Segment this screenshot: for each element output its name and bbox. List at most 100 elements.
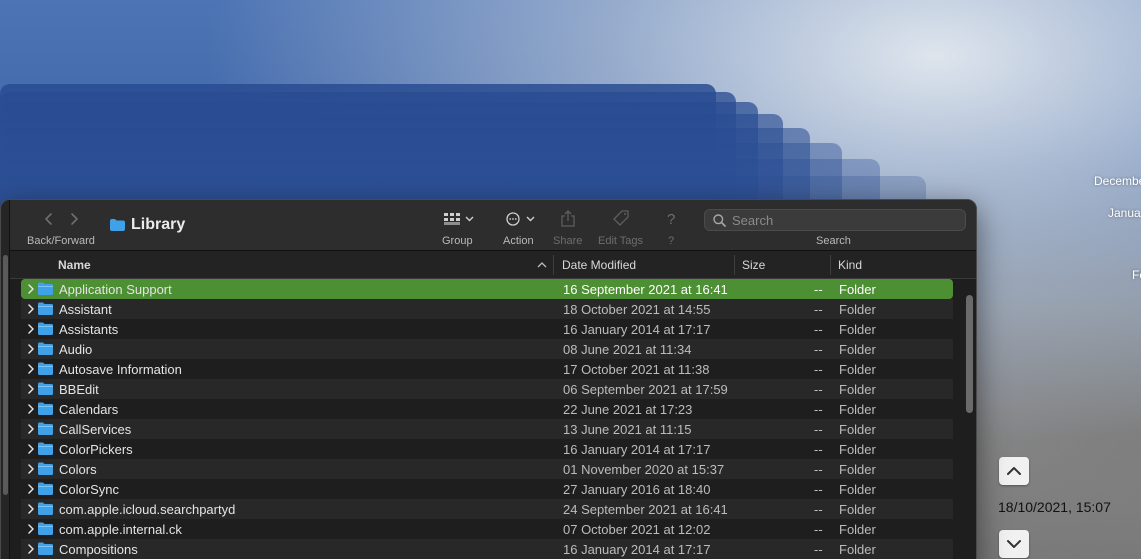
file-date-modified: 07 October 2021 at 12:02 — [563, 521, 711, 537]
file-name: Assistant — [59, 301, 112, 317]
file-date-modified: 17 October 2021 at 11:38 — [563, 361, 710, 377]
file-kind: Folder — [839, 381, 876, 397]
column-header-kind[interactable]: Kind — [838, 251, 862, 279]
timeline-label[interactable]: Janua — [1108, 206, 1141, 220]
disclosure-triangle-icon[interactable] — [27, 404, 35, 414]
file-kind: Folder — [839, 281, 876, 297]
disclosure-triangle-icon[interactable] — [27, 524, 35, 534]
file-date-modified: 18 October 2021 at 14:55 — [563, 301, 711, 317]
folder-icon — [38, 442, 53, 455]
disclosure-triangle-icon[interactable] — [27, 324, 35, 334]
folder-icon — [38, 402, 53, 415]
timeline-label[interactable]: December — [1094, 174, 1141, 188]
search-icon — [713, 213, 726, 227]
disclosure-triangle-icon[interactable] — [27, 364, 35, 374]
file-row[interactable]: Audio 08 June 2021 at 11:34 -- Folder — [21, 339, 953, 359]
file-date-modified: 22 June 2021 at 17:23 — [563, 401, 693, 417]
file-name: Autosave Information — [59, 361, 182, 377]
chevron-down-icon — [1007, 540, 1021, 548]
column-header-date-modified[interactable]: Date Modified — [562, 251, 636, 279]
finder-toolbar: Back/Forward Library Group Action Share … — [10, 200, 976, 251]
file-row[interactable]: Colors 01 November 2020 at 15:37 -- Folder — [21, 459, 953, 479]
forward-arrow-icon[interactable] — [68, 211, 80, 227]
file-row[interactable]: CallServices 13 June 2021 at 11:15 -- Folde… — [21, 419, 953, 439]
file-date-modified: 16 January 2014 at 17:17 — [563, 441, 711, 457]
share-icon[interactable] — [561, 210, 575, 227]
chevron-down-icon[interactable] — [465, 216, 474, 222]
file-row[interactable]: Assistants 16 January 2014 at 17:17 -- Fold… — [21, 319, 953, 339]
disclosure-triangle-icon[interactable] — [27, 424, 35, 434]
group-grid-icon[interactable] — [444, 213, 460, 225]
disclosure-triangle-icon[interactable] — [27, 344, 35, 354]
file-date-modified: 16 January 2014 at 17:17 — [563, 321, 711, 337]
help-icon[interactable]: ? — [667, 211, 675, 228]
folder-icon — [38, 362, 53, 375]
file-name: com.apple.internal.ck — [59, 521, 182, 537]
tag-icon[interactable] — [613, 210, 629, 226]
file-row[interactable]: com.apple.icloud.searchpartyd 24 Septembe… — [21, 499, 953, 519]
file-row[interactable]: Calendars 22 June 2021 at 17:23 -- Folder — [21, 399, 953, 419]
file-date-modified: 24 September 2021 at 16:41 — [563, 501, 728, 517]
file-name: BBEdit — [59, 381, 99, 397]
file-row[interactable]: Compositions 16 January 2014 at 17:17 -- Fo… — [21, 539, 953, 559]
file-name: Colors — [59, 461, 97, 477]
file-row[interactable]: Assistant 18 October 2021 at 14:55 -- Folde… — [21, 299, 953, 319]
disclosure-triangle-icon[interactable] — [27, 304, 35, 314]
file-date-modified: 27 January 2016 at 18:40 — [563, 481, 711, 497]
file-kind: Folder — [839, 501, 876, 517]
file-kind: Folder — [839, 401, 876, 417]
finder-window: Back/Forward Library Group Action Share … — [0, 199, 977, 559]
file-size: -- — [814, 301, 823, 317]
snapshot-up-button[interactable] — [999, 457, 1029, 485]
file-row[interactable]: Autosave Information 17 October 2021 at 1… — [21, 359, 953, 379]
search-field[interactable] — [704, 209, 966, 231]
file-size: -- — [814, 521, 823, 537]
file-row[interactable]: BBEdit 06 September 2021 at 17:59 -- Folder — [21, 379, 953, 399]
file-list: Application Support 16 September 2021 at … — [21, 279, 953, 559]
back-arrow-icon[interactable] — [43, 211, 55, 227]
file-row[interactable]: com.apple.internal.ck 07 October 2021 at … — [21, 519, 953, 539]
file-kind: Folder — [839, 441, 876, 457]
file-name: Assistants — [59, 321, 119, 337]
scrollbar-thumb[interactable] — [3, 255, 8, 495]
file-kind: Folder — [839, 521, 876, 537]
column-divider[interactable] — [830, 255, 831, 275]
folder-icon — [38, 422, 53, 435]
sort-ascending-icon[interactable] — [537, 262, 547, 268]
column-divider[interactable] — [553, 255, 554, 275]
scrollbar-thumb[interactable] — [966, 295, 973, 413]
file-name: Calendars — [59, 401, 119, 417]
disclosure-triangle-icon[interactable] — [27, 464, 35, 474]
disclosure-triangle-icon[interactable] — [27, 384, 35, 394]
folder-icon — [38, 462, 53, 475]
disclosure-triangle-icon[interactable] — [27, 284, 35, 294]
timeline-label[interactable]: Fe — [1132, 268, 1141, 282]
file-row[interactable]: ColorSync 27 January 2016 at 18:40 -- Folde… — [21, 479, 953, 499]
column-header-name[interactable]: Name — [58, 251, 91, 279]
column-divider[interactable] — [734, 255, 735, 275]
disclosure-triangle-icon[interactable] — [27, 504, 35, 514]
file-kind: Folder — [839, 481, 876, 497]
snapshot-down-button[interactable] — [999, 530, 1029, 558]
disclosure-triangle-icon[interactable] — [27, 484, 35, 494]
file-date-modified: 13 June 2021 at 11:15 — [563, 421, 692, 437]
chevron-down-icon[interactable] — [526, 216, 535, 222]
disclosure-triangle-icon[interactable] — [27, 544, 35, 554]
file-name: CallServices — [59, 421, 132, 437]
file-kind: Folder — [839, 421, 876, 437]
column-header-size[interactable]: Size — [742, 251, 765, 279]
search-input[interactable] — [732, 212, 952, 228]
file-kind: Folder — [839, 361, 876, 377]
disclosure-triangle-icon[interactable] — [27, 444, 35, 454]
file-name: Audio — [59, 341, 93, 357]
file-row[interactable]: ColorPickers 16 January 2014 at 17:17 -- Fo… — [21, 439, 953, 459]
action-ellipsis-icon[interactable] — [506, 212, 520, 226]
file-row[interactable]: Application Support 16 September 2021 at … — [21, 279, 953, 299]
folder-icon — [38, 322, 53, 335]
file-kind: Folder — [839, 321, 876, 337]
search-label: Search — [816, 235, 851, 247]
file-name: com.apple.icloud.searchpartyd — [59, 501, 236, 517]
vertical-scrollbar[interactable] — [961, 279, 976, 559]
folder-icon — [38, 282, 53, 295]
share-label: Share — [553, 235, 583, 247]
